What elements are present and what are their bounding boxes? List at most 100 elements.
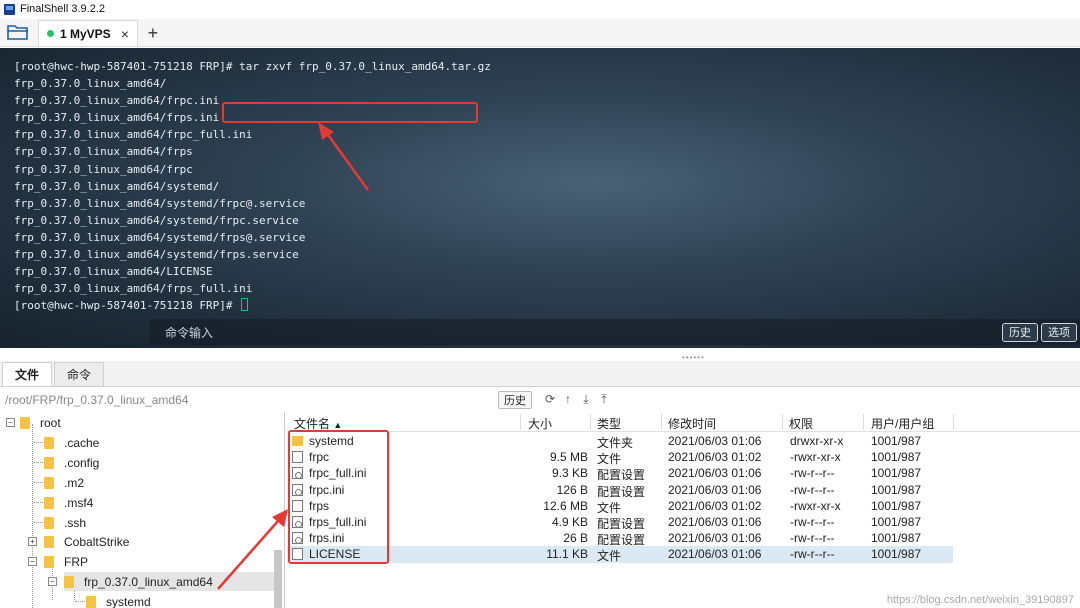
file-mtime: 2021/06/03 01:06 <box>668 434 762 448</box>
file-list-header: 文件名 ▲ 大小 类型 修改时间 权限 用户/用户组 <box>287 412 1080 432</box>
column-header-type[interactable]: 类型 <box>597 415 621 432</box>
file-permissions: -rw-r--r-- <box>790 482 835 497</box>
folder-icon <box>64 575 74 588</box>
folder-icon <box>44 456 54 469</box>
file-permissions: -rwxr-xr-x <box>790 450 841 465</box>
terminal-command: tar zxvf frp_0.37.0_linux_amd64.tar.gz <box>239 60 491 73</box>
terminal-prompt: [root@hwc-hwp-587401-751218 FRP]# <box>14 299 240 313</box>
terminal-line: frp_0.37.0_linux_amd64/systemd/frps@.ser… <box>14 230 306 244</box>
upload-icon[interactable]: ⤒ <box>597 392 611 406</box>
terminal-line: frp_0.37.0_linux_amd64/frps <box>14 145 193 159</box>
file-mtime: 2021/06/03 01:06 <box>668 515 762 529</box>
column-header-permissions[interactable]: 权限 <box>789 415 813 432</box>
folder-icon <box>44 476 54 489</box>
close-tab-icon[interactable]: × <box>121 26 129 42</box>
file-owner: 1001/987 <box>871 515 922 529</box>
tab-label: 1 MyVPS <box>60 26 111 41</box>
file-mtime: 2021/06/03 01:06 <box>668 482 762 497</box>
file-mtime: 2021/06/03 01:06 <box>668 547 762 562</box>
file-mtime: 2021/06/03 01:02 <box>668 498 762 513</box>
tree-item-label: .cache <box>64 435 100 450</box>
header-label: 文件名 <box>294 417 331 431</box>
pane-splitter[interactable]: •••••• <box>0 349 1080 362</box>
file-owner: 1001/987 <box>871 482 922 497</box>
tab-files[interactable]: 文件 <box>2 362 53 386</box>
tree-item[interactable]: .ssh <box>44 513 86 532</box>
file-mtime: 2021/06/03 01:06 <box>668 466 762 481</box>
file-size: 11.1 KB <box>546 547 588 562</box>
column-header-size[interactable]: 大小 <box>528 415 552 432</box>
tree-item[interactable]: .cache <box>44 433 99 452</box>
tree-item-label: frp_0.37.0_linux_amd64 <box>84 574 213 589</box>
file-type: 文件 <box>597 549 622 564</box>
terminal-line: frp_0.37.0_linux_amd64/systemd/frpc.serv… <box>14 213 299 227</box>
terminal-line: frp_0.37.0_linux_amd64/systemd/frpc@.ser… <box>14 196 306 210</box>
sort-ascending-icon: ▲ <box>333 420 343 430</box>
bottom-tab-bar: 文件 命令 <box>0 361 1080 387</box>
tree-item-label: root <box>40 415 61 430</box>
terminal-pane[interactable]: [root@hwc-hwp-587401-751218 FRP]# tar zx… <box>0 48 1080 348</box>
terminal-prompt-line: [root@hwc-hwp-587401-751218 FRP]# <box>14 297 491 314</box>
tree-item[interactable]: .config <box>44 453 99 472</box>
path-toolbar: ⟳ ↑ ⤓ ⤒ <box>543 392 611 407</box>
download-icon[interactable]: ⤓ <box>579 392 593 406</box>
files-highlight-box <box>288 430 389 564</box>
file-mtime: 2021/06/03 01:02 <box>668 450 762 465</box>
file-owner: 1001/987 <box>871 434 922 448</box>
terminal-line: frp_0.37.0_linux_amd64/frpc <box>14 162 193 176</box>
tree-item-root[interactable]: root <box>20 413 61 432</box>
folder-icon <box>20 416 30 429</box>
tree-item[interactable]: .msf4 <box>44 493 93 512</box>
file-size: 9.5 MB <box>549 450 588 465</box>
watermark: https://blog.csdn.net/weixin_39190897 <box>886 594 1074 606</box>
refresh-icon[interactable]: ⟳ <box>543 392 557 406</box>
folder-icon <box>44 516 54 529</box>
terminal-prompt: [root@hwc-hwp-587401-751218 FRP]# <box>14 60 240 73</box>
tab-commands[interactable]: 命令 <box>54 362 105 386</box>
file-size: 26 B <box>563 531 588 546</box>
collapse-icon[interactable]: − <box>6 418 15 427</box>
command-input[interactable]: 命令输入 <box>165 324 1002 341</box>
cursor-icon <box>241 298 249 312</box>
terminal-line: frp_0.37.0_linux_amd64/frpc_full.ini <box>14 128 253 142</box>
add-tab-button[interactable]: + <box>140 20 166 46</box>
tab-myvps[interactable]: 1 MyVPS × <box>38 20 138 46</box>
folder-icon <box>44 535 54 548</box>
open-folder-icon[interactable] <box>0 18 36 46</box>
command-input-bar[interactable]: 命令输入 历史 选项 <box>150 319 1080 345</box>
terminal-line: frp_0.37.0_linux_amd64/LICENSE <box>14 265 213 279</box>
path-input[interactable]: /root/FRP/frp_0.37.0_linux_amd64 <box>5 393 188 407</box>
app-icon <box>4 3 15 15</box>
tree-item-label: .ssh <box>64 515 87 530</box>
path-history-button[interactable]: 历史 <box>498 391 532 409</box>
up-dir-icon[interactable]: ↑ <box>561 392 575 406</box>
connected-status-icon <box>47 30 54 37</box>
folder-icon <box>44 496 54 509</box>
expand-icon[interactable]: + <box>28 537 37 546</box>
window-title: FinalShell 3.9.2.2 <box>20 3 105 15</box>
collapse-icon[interactable]: − <box>28 557 37 566</box>
annotation-arrow-icon <box>217 509 288 590</box>
tree-item[interactable]: CobaltStrike <box>44 532 129 551</box>
column-header-owner[interactable]: 用户/用户组 <box>871 415 934 432</box>
tree-item-label: .config <box>64 455 100 470</box>
terminal-output: [root@hwc-hwp-587401-751218 FRP]# tar zx… <box>14 58 491 314</box>
title-bar: FinalShell 3.9.2.2 <box>0 0 1080 18</box>
folder-icon <box>44 436 54 449</box>
tree-item[interactable]: FRP <box>44 552 88 571</box>
terminal-line: frp_0.37.0_linux_amd64/frps_full.ini <box>14 282 253 296</box>
annotation-arrow-icon <box>318 122 370 191</box>
file-mtime: 2021/06/03 01:06 <box>668 531 762 546</box>
folder-icon <box>86 595 96 608</box>
tree-item[interactable]: .m2 <box>44 473 84 492</box>
file-size: 12.6 MB <box>543 498 588 513</box>
tree-item[interactable]: systemd <box>86 592 151 608</box>
file-permissions: -rwxr-xr-x <box>790 498 841 513</box>
options-button[interactable]: 选项 <box>1041 322 1077 342</box>
collapse-icon[interactable]: − <box>48 577 57 586</box>
terminal-line: frp_0.37.0_linux_amd64/systemd/ <box>14 179 220 193</box>
file-size: 9.3 KB <box>551 466 588 481</box>
column-header-mtime[interactable]: 修改时间 <box>668 415 716 432</box>
file-owner: 1001/987 <box>871 531 922 546</box>
history-button[interactable]: 历史 <box>1002 322 1038 342</box>
